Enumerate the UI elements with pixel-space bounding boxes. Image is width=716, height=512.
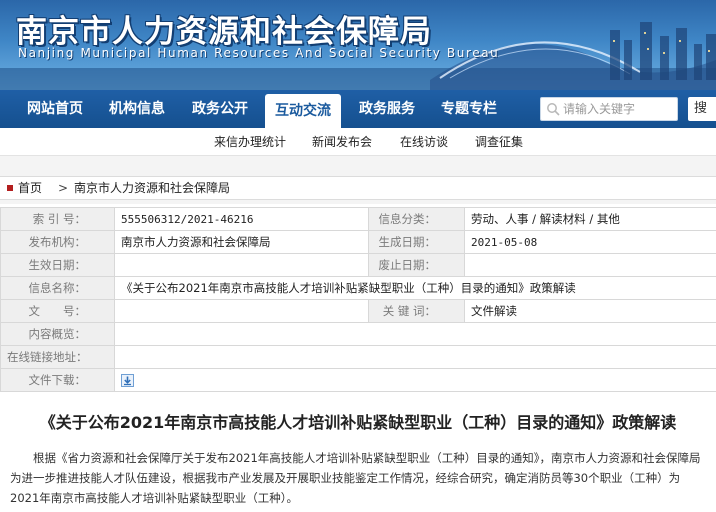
index-value: 555506312/2021-46216 [114, 207, 369, 231]
nav-item-gov-affairs[interactable]: 政务公开 [183, 90, 257, 128]
summary-value [114, 322, 716, 346]
table-row: 生效日期： 废止日期： [0, 253, 716, 277]
publisher-value: 南京市人力资源和社会保障局 [114, 230, 369, 254]
repeal-date-label: 废止日期： [368, 253, 465, 277]
effective-date-label: 生效日期： [0, 253, 115, 277]
summary-label: 内容概览： [0, 322, 115, 346]
document-info-table: 索 引 号： 555506312/2021-46216 信息分类： 劳动、人事 … [0, 207, 716, 392]
breadcrumb-current-link[interactable]: 南京市人力资源和社会保障局 [74, 177, 230, 199]
table-row: 索 引 号： 555506312/2021-46216 信息分类： 劳动、人事 … [0, 207, 716, 231]
subnav-item-interview[interactable]: 在线访谈 [400, 128, 448, 156]
online-link-value [114, 345, 716, 369]
table-row: 文 号： 关 键 词： 文件解读 [0, 299, 716, 323]
effective-date-value [114, 253, 369, 277]
index-label: 索 引 号： [0, 207, 115, 231]
online-link-label: 在线链接地址： [0, 345, 115, 369]
nav-item-home[interactable]: 网站首页 [18, 90, 92, 128]
created-date-label: 生成日期： [368, 230, 465, 254]
search-button[interactable]: 搜 [688, 97, 716, 121]
table-row: 文件下载： [0, 368, 716, 392]
breadcrumb-home-link[interactable]: 首页 [18, 177, 42, 199]
subnav-item-letters[interactable]: 来信办理统计 [214, 128, 286, 156]
info-name-label: 信息名称： [0, 276, 115, 300]
search-icon [547, 103, 560, 116]
info-name-value: 《关于公布2021年南京市高技能人才培训补贴紧缺型职业（工种）目录的通知》政策解… [114, 276, 716, 300]
search-input[interactable] [563, 100, 673, 118]
breadcrumb: 首页 > 南京市人力资源和社会保障局 [0, 176, 716, 200]
table-row: 内容概览： [0, 322, 716, 346]
breadcrumb-marker-icon [7, 185, 13, 191]
category-label: 信息分类： [368, 207, 465, 231]
table-row: 发布机构： 南京市人力资源和社会保障局 生成日期： 2021-05-08 [0, 230, 716, 254]
keywords-value: 文件解读 [464, 299, 716, 323]
search-box [540, 97, 678, 121]
publisher-label: 发布机构： [0, 230, 115, 254]
subnav-item-press[interactable]: 新闻发布会 [312, 128, 372, 156]
doc-number-value [114, 299, 369, 323]
nav-item-services[interactable]: 政务服务 [350, 90, 424, 128]
site-title: 南京市人力资源和社会保障局 [16, 14, 432, 50]
breadcrumb-separator: > [58, 181, 69, 195]
sub-nav: 来信办理统计 新闻发布会 在线访谈 调查征集 [0, 128, 716, 156]
nav-item-interaction[interactable]: 互动交流 [265, 94, 341, 128]
doc-number-label: 文 号： [0, 299, 115, 323]
keywords-label: 关 键 词： [368, 299, 465, 323]
created-date-value: 2021-05-08 [464, 230, 716, 254]
site-subtitle: Nanjing Municipal Human Resources And So… [18, 46, 500, 60]
download-icon[interactable] [121, 374, 134, 387]
table-row: 信息名称： 《关于公布2021年南京市高技能人才培训补贴紧缺型职业（工种）目录的… [0, 276, 716, 300]
nav-item-topics[interactable]: 专题专栏 [432, 90, 506, 128]
nav-item-institution[interactable]: 机构信息 [100, 90, 174, 128]
file-download-cell [114, 368, 716, 392]
article-body: 根据《省力资源和社会保障厅关于发布2021年高技能人才培训补贴紧缺型职业（工种）… [10, 451, 701, 505]
subnav-item-survey[interactable]: 调查征集 [475, 128, 523, 156]
table-row: 在线链接地址： [0, 345, 716, 369]
category-value: 劳动、人事 / 解读材料 / 其他 [464, 207, 716, 231]
repeal-date-value [464, 253, 716, 277]
article-title: 《关于公布2021年南京市高技能人才培训补贴紧缺型职业（工种）目录的通知》政策解… [39, 413, 677, 432]
site-banner: 南京市人力资源和社会保障局 Nanjing Municipal Human Re… [0, 0, 716, 90]
file-download-label: 文件下载： [0, 368, 115, 392]
